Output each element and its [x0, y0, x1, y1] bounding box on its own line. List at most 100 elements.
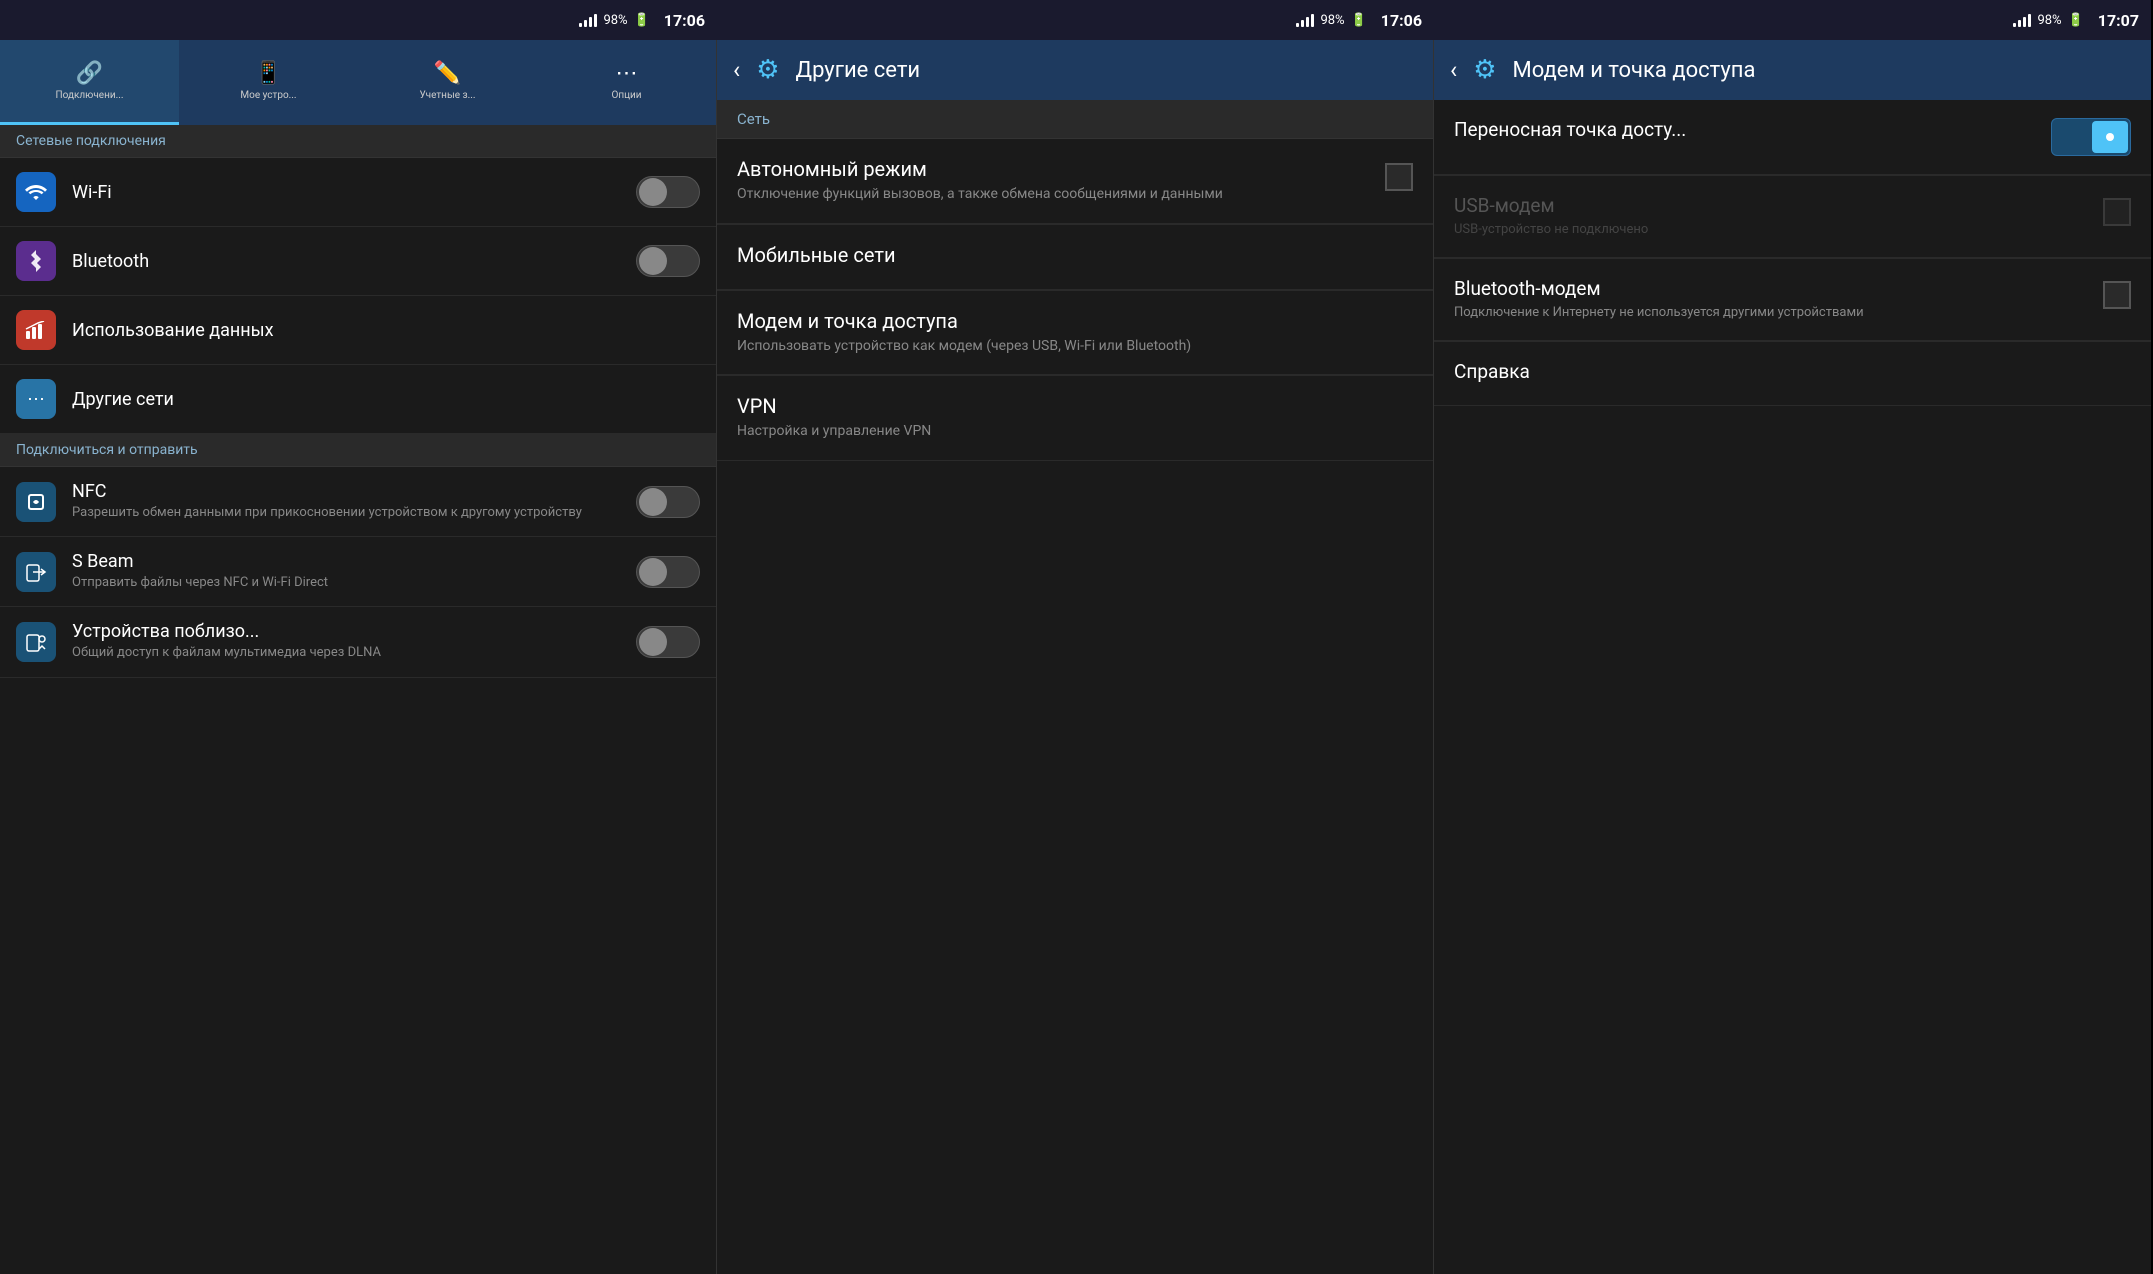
right-item-bt-modem[interactable]: Bluetooth-модем Подключение к Интернету …: [1434, 259, 2151, 341]
nearby-toggle[interactable]: [636, 626, 700, 658]
bluetooth-toggle[interactable]: [636, 245, 700, 277]
tab-accounts[interactable]: ✏️ Учетные з...: [358, 40, 537, 125]
tab-connections-icon: 🔗: [76, 61, 103, 86]
portable-hotspot-text: Переносная точка досту...: [1454, 118, 2039, 145]
bluetooth-title: Bluetooth: [72, 251, 636, 272]
setting-item-data-usage[interactable]: Использование данных: [0, 296, 716, 365]
battery-icon: 🔋: [634, 13, 650, 28]
panel-middle-header: ‹ ⚙ Другие сети: [717, 40, 1433, 100]
mobile-networks-title: Мобильные сети: [737, 243, 1413, 267]
status-time-middle: 17:06: [1381, 11, 1422, 30]
battery-icon-mid: 🔋: [1351, 13, 1367, 28]
tab-accounts-icon: ✏️: [434, 61, 461, 86]
back-button-right[interactable]: ‹: [1450, 56, 1457, 84]
setting-item-nearby[interactable]: Устройства поблизо... Общий доступ к фай…: [0, 607, 716, 677]
back-button-middle[interactable]: ‹: [733, 56, 740, 84]
sbeam-subtitle: Отправить файлы через NFC и Wi-Fi Direct: [72, 574, 636, 592]
battery-level-mid: 98%: [1320, 13, 1344, 28]
data-usage-text: Использование данных: [72, 320, 700, 341]
sbeam-toggle-thumb: [639, 558, 667, 586]
bt-modem-text: Bluetooth-модем Подключение к Интернету …: [1454, 277, 2091, 322]
tab-options-label: Опции: [611, 90, 641, 102]
nearby-text: Устройства поблизо... Общий доступ к фай…: [72, 621, 636, 662]
menu-item-mobile-networks[interactable]: Мобильные сети: [717, 225, 1433, 290]
wifi-toggle[interactable]: [636, 176, 700, 208]
nearby-title: Устройства поблизо...: [72, 621, 636, 642]
battery-level-right: 98%: [2037, 13, 2061, 28]
autonomous-desc: Отключение функций вызовов, а также обме…: [737, 185, 1373, 205]
wifi-title: Wi-Fi: [72, 182, 636, 203]
sbeam-toggle[interactable]: [636, 556, 700, 588]
portable-hotspot-toggle[interactable]: [2051, 118, 2131, 156]
sbeam-title: S Beam: [72, 551, 636, 572]
panel-right-title: Модем и точка доступа: [1513, 58, 1756, 83]
nfc-toggle[interactable]: [636, 486, 700, 518]
tab-connections[interactable]: 🔗 Подключени...: [0, 40, 179, 125]
menu-item-hotspot[interactable]: Модем и точка доступа Использовать устро…: [717, 291, 1433, 376]
tab-mydevice-label: Мое устро...: [240, 90, 296, 102]
autonomous-text: Автономный режим Отключение функций вызо…: [737, 157, 1373, 205]
nearby-toggle-thumb: [639, 628, 667, 656]
help-title: Справка: [1454, 360, 2131, 383]
wifi-icon: [16, 172, 56, 212]
right-item-help[interactable]: Справка: [1434, 342, 2151, 406]
other-networks-text: Другие сети: [72, 389, 700, 410]
menu-item-vpn[interactable]: VPN Настройка и управление VPN: [717, 376, 1433, 461]
battery-icon-right: 🔋: [2068, 13, 2084, 28]
nfc-icon: [16, 482, 56, 522]
tab-mydevice[interactable]: 📱 Мое устро...: [179, 40, 358, 125]
right-content: Переносная точка досту... USB-модем USB-…: [1434, 100, 2151, 1274]
panel-right: 98% 🔋 17:07 ‹ ⚙ Модем и точка доступа Пе…: [1434, 0, 2151, 1274]
signal-icon-mid: [1296, 13, 1314, 27]
tab-options-icon: ⋯: [616, 61, 638, 86]
nfc-text: NFC Разрешить обмен данными при прикосно…: [72, 481, 636, 522]
section-header-network: Сетевые подключения: [0, 125, 716, 158]
other-networks-icon: ⋯: [16, 379, 56, 419]
usb-modem-title: USB-модем: [1454, 194, 2091, 217]
status-time-left: 17:06: [664, 11, 705, 30]
hotspot-title: Модем и точка доступа: [737, 309, 1413, 333]
status-icons-middle: 98% 🔋 17:06: [1296, 11, 1422, 30]
status-icons-right: 98% 🔋 17:07: [2013, 11, 2139, 30]
gear-icon-middle: ⚙: [756, 55, 779, 85]
setting-item-nfc[interactable]: NFC Разрешить обмен данными при прикосно…: [0, 467, 716, 537]
setting-item-bluetooth[interactable]: Bluetooth: [0, 227, 716, 296]
setting-item-other-networks[interactable]: ⋯ Другие сети: [0, 365, 716, 434]
gear-icon-right: ⚙: [1473, 55, 1496, 85]
wifi-toggle-thumb: [639, 178, 667, 206]
status-bar-left: 98% 🔋 17:06: [0, 0, 717, 40]
nfc-subtitle: Разрешить обмен данными при прикосновени…: [72, 504, 636, 522]
menu-item-autonomous[interactable]: Автономный режим Отключение функций вызо…: [717, 139, 1433, 224]
tab-bar: 🔗 Подключени... 📱 Мое устро... ✏️ Учетны…: [0, 40, 716, 125]
tab-accounts-label: Учетные з...: [420, 90, 476, 102]
data-usage-icon: [16, 310, 56, 350]
vpn-title: VPN: [737, 394, 1413, 418]
tab-connections-label: Подключени...: [55, 90, 123, 102]
status-time-right: 17:07: [2098, 11, 2139, 30]
setting-item-sbeam[interactable]: S Beam Отправить файлы через NFC и Wi-Fi…: [0, 537, 716, 607]
nfc-title: NFC: [72, 481, 636, 502]
setting-item-wifi[interactable]: Wi-Fi: [0, 158, 716, 227]
bt-modem-subtitle: Подключение к Интернету не используется …: [1454, 304, 2091, 322]
bluetooth-toggle-thumb: [639, 247, 667, 275]
panel-right-header: ‹ ⚙ Модем и точка доступа: [1434, 40, 2151, 100]
tab-options[interactable]: ⋯ Опции: [537, 40, 716, 125]
bt-modem-checkbox[interactable]: [2103, 281, 2131, 309]
nearby-icon: [16, 622, 56, 662]
nearby-subtitle: Общий доступ к файлам мультимедиа через …: [72, 644, 636, 662]
toggle-btn-thumb: [2092, 121, 2128, 153]
signal-icon: [579, 13, 597, 27]
usb-modem-checkbox[interactable]: [2103, 198, 2131, 226]
middle-content: Сеть Автономный режим Отключение функций…: [717, 100, 1433, 1274]
portable-hotspot-title: Переносная точка досту...: [1454, 118, 2039, 141]
right-item-usb-modem[interactable]: USB-модем USB-устройство не подключено: [1434, 176, 2151, 258]
usb-modem-text: USB-модем USB-устройство не подключено: [1454, 194, 2091, 239]
signal-icon-right: [2013, 13, 2031, 27]
help-text: Справка: [1454, 360, 2131, 387]
bt-modem-title: Bluetooth-модем: [1454, 277, 2091, 300]
vpn-desc: Настройка и управление VPN: [737, 422, 1413, 442]
usb-modem-subtitle: USB-устройство не подключено: [1454, 221, 2091, 239]
autonomous-checkbox[interactable]: [1385, 163, 1413, 191]
bluetooth-icon: [16, 241, 56, 281]
right-item-portable-hotspot[interactable]: Переносная точка досту...: [1434, 100, 2151, 175]
